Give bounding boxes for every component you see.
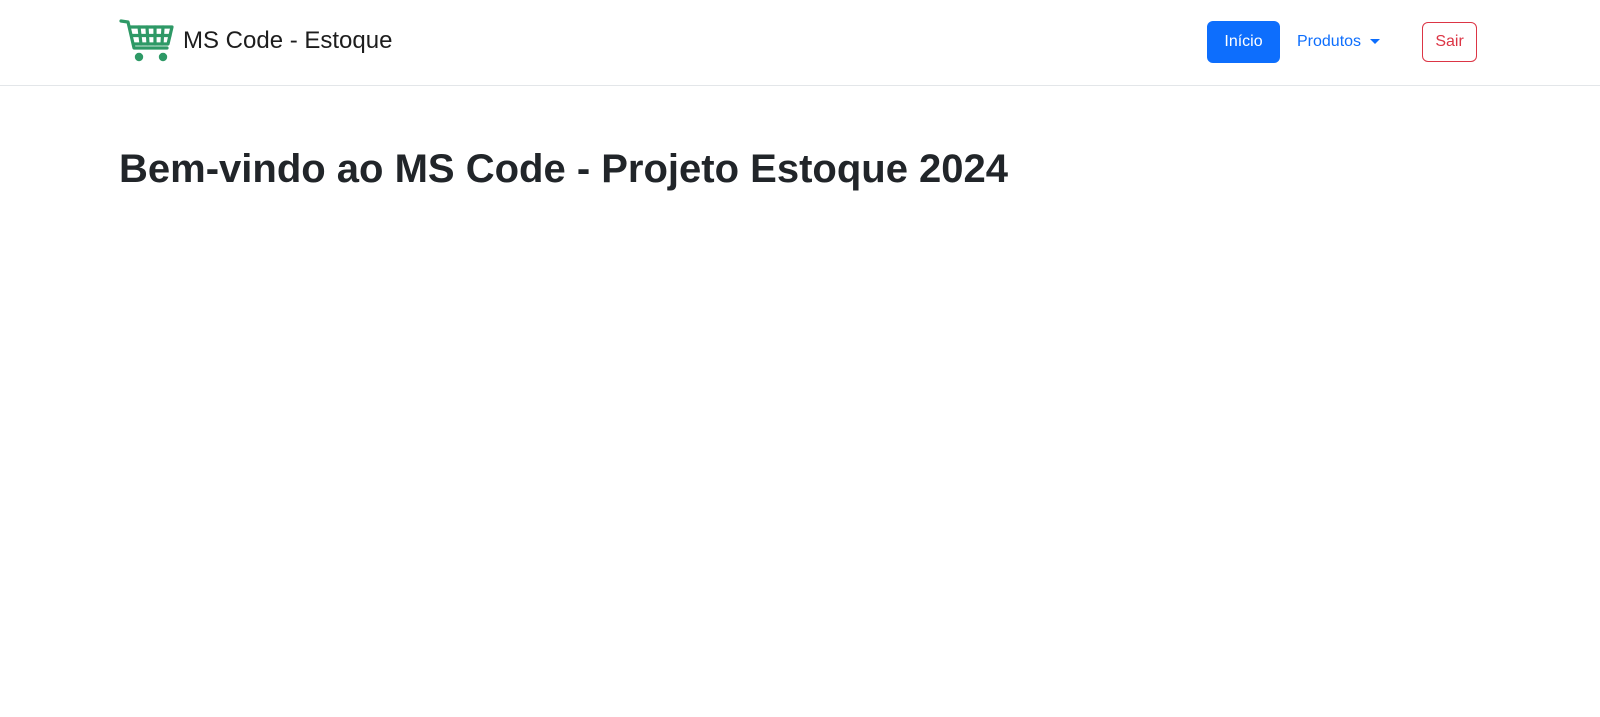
brand-title: MS Code - Estoque [183, 27, 393, 54]
logout-button[interactable]: Sair [1422, 22, 1478, 62]
home-button[interactable]: Início [1207, 21, 1280, 63]
brand-link[interactable]: MS Code - Estoque [119, 18, 392, 64]
caret-down-icon [1370, 38, 1381, 44]
nav-actions: Início Produtos Sair [1207, 21, 1478, 63]
products-dropdown-label: Produtos [1297, 33, 1362, 50]
products-dropdown[interactable]: Produtos [1297, 21, 1381, 63]
shopping-cart-icon [119, 18, 175, 64]
top-navbar: MS Code - Estoque Início Produtos Sair [0, 0, 1600, 86]
page-title: Bem-vindo ao MS Code - Projeto Estoque 2… [119, 147, 1009, 191]
main-content: Bem-vindo ao MS Code - Projeto Estoque 2… [119, 145, 1479, 193]
